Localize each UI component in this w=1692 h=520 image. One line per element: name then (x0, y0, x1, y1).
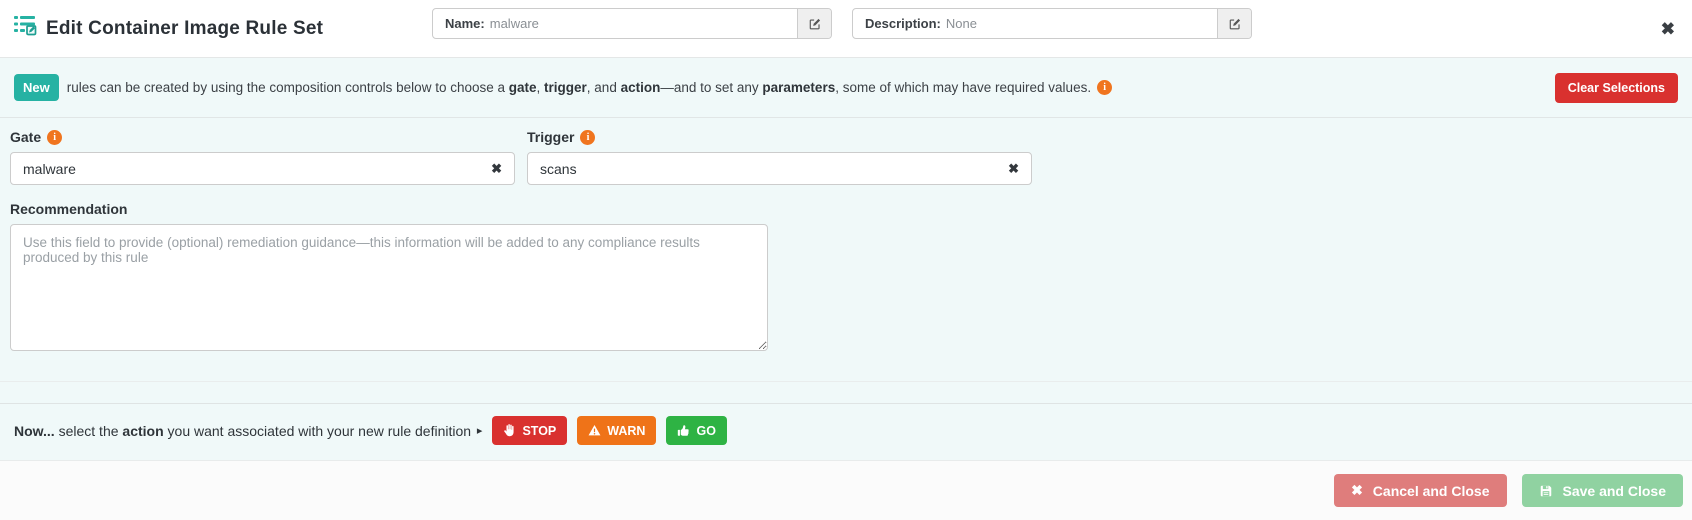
description-field-value: None (946, 16, 977, 31)
caret-right-icon: ▸ (477, 424, 483, 437)
edit-rule-set-dialog: Edit Container Image Rule Set Name: malw… (0, 0, 1692, 520)
gate-field-group: Gate i ✖ (10, 129, 515, 185)
trigger-info-icon[interactable]: i (580, 130, 595, 145)
recommendation-label: Recommendation (10, 201, 1682, 217)
hand-stop-icon (503, 424, 516, 437)
trigger-label-row: Trigger i (527, 129, 1032, 145)
close-icon[interactable]: ✖ (1661, 20, 1675, 37)
info-text-2: , (537, 80, 545, 95)
dialog-header: Edit Container Image Rule Set Name: malw… (0, 0, 1692, 58)
gate-label-row: Gate i (10, 129, 515, 145)
recommendation-textarea[interactable] (10, 224, 768, 351)
gate-combobox[interactable]: ✖ (10, 152, 515, 185)
cancel-and-close-button[interactable]: ✖ Cancel and Close (1334, 474, 1506, 507)
action-bar-text: Now... select the action you want associ… (14, 423, 475, 439)
info-bar: New rules can be created by using the co… (0, 58, 1692, 118)
cancel-button-label: Cancel and Close (1373, 483, 1490, 499)
trigger-combobox[interactable]: ✖ (527, 152, 1032, 185)
name-field-label: Name: (445, 16, 485, 31)
info-text-action: action (621, 80, 661, 95)
gate-input[interactable] (11, 161, 485, 177)
info-text-parameters: parameters (762, 80, 835, 95)
save-button-label: Save and Close (1563, 483, 1667, 499)
go-action-button[interactable]: GO (666, 416, 726, 445)
description-field[interactable]: Description: None (852, 8, 1252, 39)
warning-triangle-icon (588, 424, 601, 437)
action-text-action: action (122, 423, 163, 439)
pencil-square-icon (808, 17, 822, 31)
new-badge: New (14, 74, 59, 101)
save-floppy-icon (1539, 484, 1553, 498)
section-divider (0, 381, 1692, 382)
trigger-label: Trigger (527, 129, 574, 145)
action-bar: Now... select the action you want associ… (0, 403, 1692, 457)
warn-action-button[interactable]: WARN (577, 416, 656, 445)
action-text-1: select the (55, 423, 123, 439)
rule-set-edit-icon (13, 12, 37, 36)
cancel-x-icon: ✖ (1351, 482, 1363, 499)
action-text-now: Now... (14, 423, 55, 439)
info-text-5: , some of which may have required values… (835, 80, 1091, 95)
trigger-field-group: Trigger i ✖ (527, 129, 1032, 185)
info-text-1: rules can be created by using the compos… (67, 80, 509, 95)
dialog-body: New rules can be created by using the co… (0, 58, 1692, 460)
name-field[interactable]: Name: malware (432, 8, 832, 39)
stop-action-button[interactable]: STOP (492, 416, 567, 445)
description-field-label: Description: (865, 16, 941, 31)
gate-info-icon[interactable]: i (47, 130, 62, 145)
info-circle-icon[interactable]: i (1097, 80, 1112, 95)
go-button-label: GO (696, 424, 715, 438)
info-text-gate: gate (509, 80, 537, 95)
recommendation-group: Recommendation (10, 201, 1682, 351)
warn-button-label: WARN (607, 424, 645, 438)
clear-selections-button[interactable]: Clear Selections (1555, 73, 1678, 103)
gate-clear-icon[interactable]: ✖ (485, 161, 514, 177)
name-edit-button[interactable] (797, 9, 831, 38)
name-field-text: Name: malware (433, 9, 797, 38)
trigger-clear-icon[interactable]: ✖ (1002, 161, 1031, 177)
page-title: Edit Container Image Rule Set (46, 18, 323, 40)
info-bar-text: rules can be created by using the compos… (67, 80, 1091, 95)
thumbs-up-icon (677, 424, 690, 437)
trigger-input[interactable] (528, 161, 1002, 177)
name-field-value: malware (490, 16, 539, 31)
gate-label: Gate (10, 129, 41, 145)
info-text-trigger: trigger (544, 80, 587, 95)
description-edit-button[interactable] (1217, 9, 1251, 38)
stop-button-label: STOP (522, 424, 556, 438)
info-text-3: , and (587, 80, 621, 95)
dialog-footer: ✖ Cancel and Close Save and Close (0, 460, 1692, 520)
action-text-2: you want associated with your new rule d… (164, 423, 475, 439)
composition-controls: Gate i ✖ Trigger i ✖ (10, 129, 1682, 185)
save-and-close-button[interactable]: Save and Close (1522, 474, 1684, 507)
info-text-4: —and to set any (660, 80, 762, 95)
description-field-text: Description: None (853, 9, 1217, 38)
pencil-square-icon (1228, 17, 1242, 31)
